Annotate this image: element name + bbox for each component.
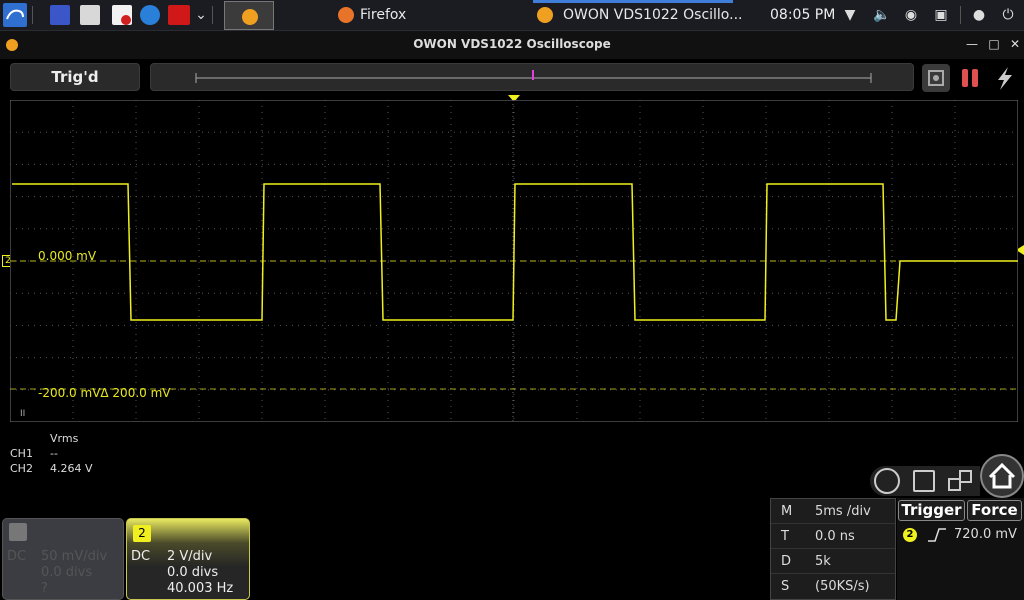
timebase-key: D [781, 554, 792, 569]
ch2-frequency: 40.003 Hz [167, 581, 234, 596]
volume-icon[interactable]: 🔈 [873, 7, 890, 23]
owon-app-icon [537, 7, 553, 23]
timebase-row[interactable]: T 0.0 ns [771, 524, 895, 549]
browser-icon[interactable] [140, 5, 160, 25]
wifi-icon[interactable]: ▼ [842, 7, 858, 23]
ch1-offset: 0.0 divs [41, 565, 93, 580]
meas-ch1-label: CH1 [10, 447, 33, 460]
trigger-status: Trig'd [10, 63, 140, 91]
separator [32, 6, 33, 24]
save-icon[interactable] [913, 470, 935, 492]
battery-icon[interactable]: ▣ [933, 7, 949, 23]
window-titlebar: OWON VDS1022 Oscilloscope — □ ✕ [0, 31, 1024, 59]
task-label: Firefox [360, 7, 407, 23]
minimize-icon[interactable]: — [965, 37, 979, 51]
ch2-coupling: DC [131, 549, 151, 564]
terminal-icon[interactable] [168, 5, 190, 25]
memory-timeline[interactable] [150, 63, 914, 91]
ch2-offset: 0.0 divs [167, 565, 219, 580]
lock-icon[interactable]: ● [971, 7, 987, 23]
timeline-ruler [195, 70, 872, 83]
meas-ch2-value: 4.264 V [50, 462, 93, 475]
reference-label: 0.000 mV [38, 249, 97, 263]
ch2-badge: 2 [133, 525, 151, 542]
maximize-icon[interactable]: □ [987, 37, 1001, 51]
pause-icon[interactable] [957, 64, 985, 92]
ch1-panel[interactable]: DC 50 mV/div 0.0 divs ? [2, 518, 124, 600]
power-icon[interactable]: ⏻ [1000, 7, 1016, 23]
text-editor-icon[interactable] [112, 5, 132, 25]
swap-windows-icon[interactable] [948, 470, 972, 492]
show-desktop-icon[interactable] [50, 5, 70, 25]
timebase-value: 5k [815, 554, 831, 569]
timebase-value: 5ms /div [815, 504, 871, 519]
meas-ch2-label: CH2 [10, 462, 33, 475]
timebase-value: (50KS/s) [815, 579, 870, 594]
task-owon[interactable]: OWON VDS1022 Oscillo... [533, 0, 742, 31]
ch1-extra: ? [41, 581, 48, 596]
window-title: OWON VDS1022 Oscilloscope [413, 37, 611, 51]
bell-icon[interactable]: ◉ [903, 7, 919, 23]
firefox-icon [338, 7, 354, 23]
timebase-key: M [781, 504, 793, 519]
timebase-row[interactable]: S (50KS/s) [771, 574, 895, 599]
kali-menu-icon[interactable] [3, 3, 27, 27]
ch2-panel[interactable]: 2 DC 2 V/div 0.0 divs 40.003 Hz [126, 518, 250, 600]
separator [212, 6, 213, 24]
ch1-badge [9, 523, 27, 541]
task-label: OWON VDS1022 Oscillo... [563, 7, 743, 23]
timebase-panel[interactable]: M 5ms /div T 0.0 ns D 5k S (50KS/s) [770, 498, 896, 600]
trigger-level: 720.0 mV [954, 527, 1017, 542]
single-trigger-icon[interactable] [990, 64, 1018, 92]
pause-marker: II [20, 409, 26, 419]
home-icon[interactable] [980, 454, 1024, 498]
force-button[interactable]: Force [967, 500, 1022, 521]
ch1-coupling: DC [7, 549, 27, 564]
chevron-down-icon[interactable]: ⌄ [193, 7, 209, 23]
close-icon[interactable]: ✕ [1008, 37, 1022, 51]
cursor-label: -200.0 mVΔ 200.0 mV [38, 386, 171, 400]
task-firefox[interactable]: Firefox [334, 0, 484, 31]
rising-edge-icon [927, 527, 947, 543]
timebase-key: S [781, 579, 790, 594]
file-manager-icon[interactable] [80, 5, 100, 25]
ch1-vdiv: 50 mV/div [41, 549, 108, 564]
waveform-display[interactable] [10, 100, 1018, 422]
timebase-row[interactable]: M 5ms /div [771, 499, 895, 524]
trigger-button[interactable]: Trigger [898, 500, 965, 521]
timebase-value: 0.0 ns [815, 529, 855, 544]
separator [960, 6, 961, 24]
timebase-row[interactable]: D 5k [771, 549, 895, 574]
measurement-header: Vrms [50, 432, 79, 445]
trigger-panel: Trigger Force 2 720.0 mV [897, 498, 1024, 600]
ch2-vdiv: 2 V/div [167, 549, 213, 564]
clock[interactable]: 08:05 PM [770, 0, 835, 31]
task-scope-icon[interactable] [224, 1, 274, 30]
autoset-button[interactable] [922, 64, 950, 92]
trigger-channel-badge: 2 [903, 528, 917, 542]
meas-ch1-value: -- [50, 447, 58, 460]
taskbar: ⌄ Firefox OWON VDS1022 Oscillo... 08:05 … [0, 0, 1024, 31]
timebase-key: T [781, 529, 789, 544]
home-settings-icon[interactable] [874, 468, 900, 494]
